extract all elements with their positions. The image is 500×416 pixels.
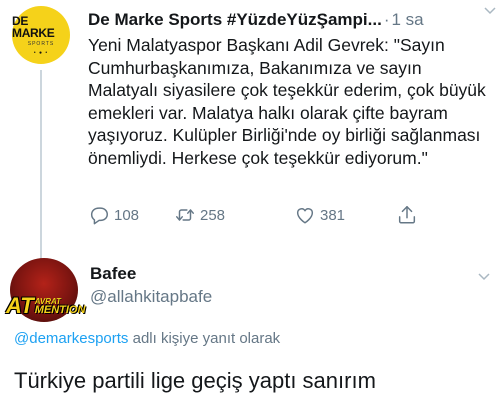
banner-at-text: AT <box>6 293 34 318</box>
avatar-banner: AT AVRAT MENTION <box>6 293 86 318</box>
chevron-down-icon[interactable] <box>478 270 490 282</box>
reply-count: 108 <box>114 206 140 224</box>
like-button[interactable]: 381 <box>294 202 345 228</box>
replying-to-mention-link[interactable]: @demarkesports <box>14 330 128 347</box>
thread-connector-line <box>40 70 42 260</box>
author-name[interactable]: De Marke Sports #YüzdeYüzŞampi... <box>88 10 382 30</box>
tweet-text: Yeni Malatyaspor Başkanı Adil Gevrek: "S… <box>88 35 486 168</box>
avatar-de-marke-sports[interactable]: DE MARKE SPORTS • ● • <box>12 6 70 64</box>
reply-author-name[interactable]: Bafee <box>90 264 136 284</box>
banner-mention-text: MENTION <box>34 304 86 316</box>
tweet-actions: 108 258 381 <box>88 202 428 228</box>
replying-to-label: adlı kişiye yanıt olarak <box>128 330 281 347</box>
like-count: 381 <box>320 206 346 224</box>
retweet-icon <box>176 209 194 221</box>
share-button[interactable] <box>396 202 418 228</box>
heart-icon <box>296 208 314 224</box>
share-icon <box>398 206 416 224</box>
reply-button[interactable]: 108 <box>88 202 139 228</box>
tweet-header: De Marke Sports #YüzdeYüzŞampi... · 1 sa <box>88 8 488 32</box>
avatar-logo-dots: • ● • <box>33 49 49 56</box>
avatar-logo-text: DE MARKE <box>12 13 55 40</box>
reply-tweet[interactable]: AT AVRAT MENTION Bafee @allahkitapbafe @… <box>0 250 500 416</box>
reply-text: Türkiye partili lige geçiş yaptı sanırım <box>14 368 376 393</box>
reply-icon <box>90 207 108 225</box>
avatar-logo-subtext: SPORTS <box>27 40 55 47</box>
tweet-timestamp[interactable]: 1 sa <box>391 10 423 30</box>
replying-to-line: @demarkesports adlı kişiye yanıt olarak <box>14 330 280 347</box>
retweet-count: 258 <box>200 206 226 224</box>
chevron-down-icon[interactable] <box>484 4 496 16</box>
time-separator: · <box>383 10 390 29</box>
reply-author-handle[interactable]: @allahkitapbafe <box>90 287 212 307</box>
retweet-button[interactable]: 258 <box>174 202 225 228</box>
original-tweet[interactable]: DE MARKE SPORTS • ● • De Marke Sports #Y… <box>0 0 500 260</box>
